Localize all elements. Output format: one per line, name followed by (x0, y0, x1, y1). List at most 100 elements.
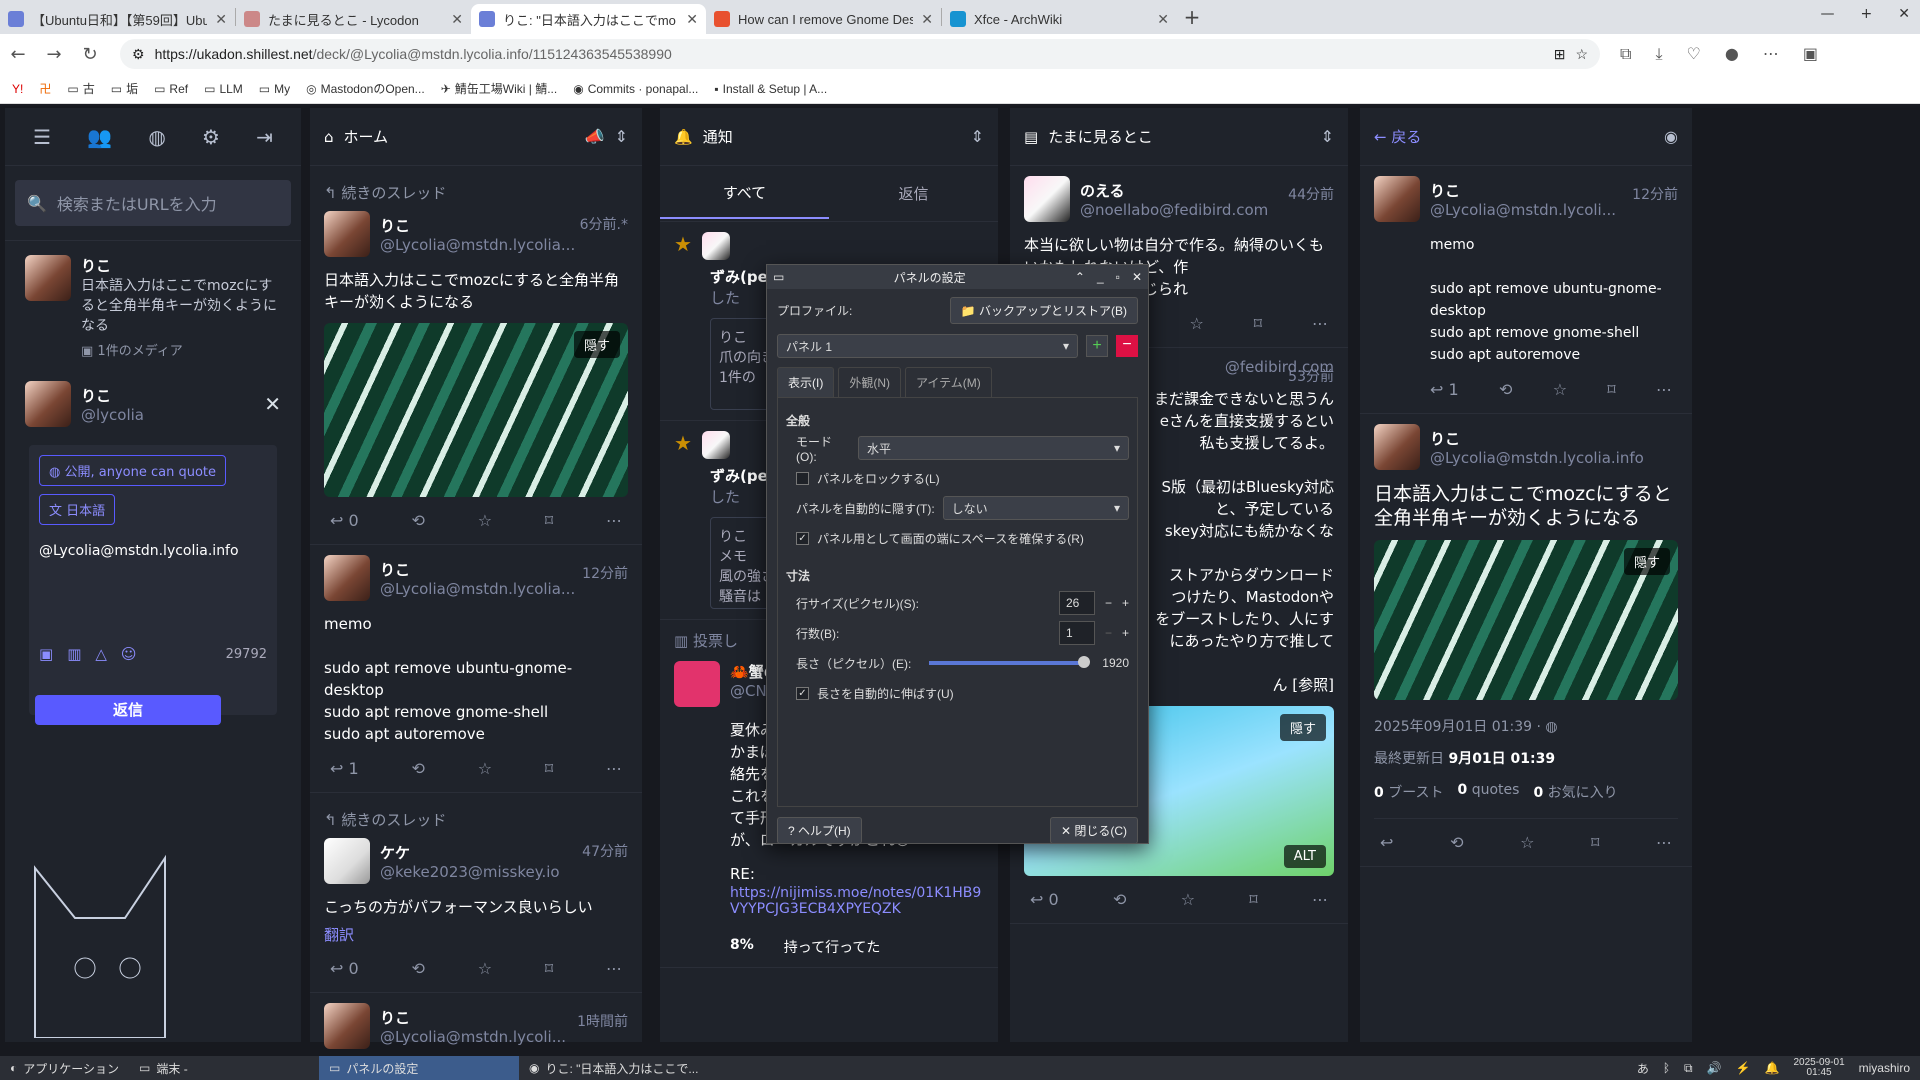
autohide-select[interactable]: しない ▾ (942, 496, 1129, 520)
tab-display[interactable]: 表示(I) (777, 367, 835, 397)
back-button[interactable]: ← 戻る (1374, 126, 1421, 147)
bookmark-link[interactable]: ▪ Install & Setup | A... (714, 82, 827, 96)
decrement-button[interactable]: − (1105, 596, 1112, 610)
more-icon[interactable]: ⋯ (1312, 890, 1328, 909)
health-icon[interactable]: ♡ (1687, 44, 1701, 64)
warning-icon[interactable]: △ (95, 645, 107, 663)
boost-icon[interactable]: ⟲ (1450, 833, 1463, 852)
timestamp[interactable]: 6分前.* (580, 214, 628, 234)
bookmark-star-icon[interactable]: ☆ (1575, 46, 1588, 63)
favourite-icon[interactable]: ☆ (478, 511, 492, 530)
hide-media-button[interactable]: 隠す (573, 331, 620, 358)
minimize-icon[interactable]: _ (1097, 270, 1104, 284)
tab-all[interactable]: すべて (660, 182, 829, 219)
settings-toggle-icon[interactable]: ⇕ (971, 127, 984, 146)
settings-toggle-icon[interactable]: ⇕ (1321, 127, 1334, 146)
boost-icon[interactable]: ⟲ (1113, 890, 1126, 909)
menu-icon[interactable]: ☰ (33, 125, 51, 149)
boost-count[interactable]: 0 ブースト (1374, 782, 1444, 802)
reply-icon[interactable]: ↩ 0 (1030, 890, 1059, 909)
reply-icon[interactable]: ↩ 1 (1430, 380, 1459, 399)
notification-icon[interactable]: 🔔 (1765, 1061, 1780, 1075)
status[interactable]: ↰ 続きのスレッド ケケ @keke2023@misskey.io 47分前 こっ… (310, 793, 642, 993)
announcement-icon[interactable]: 📣 (585, 127, 605, 146)
yahoo-icon[interactable]: Y! (12, 82, 23, 96)
more-icon[interactable]: ⋯ (1656, 833, 1672, 852)
reserve-checkbox[interactable]: ✓ (796, 531, 809, 545)
bookmark-icon[interactable]: ⌑ (545, 959, 553, 978)
alt-badge[interactable]: ALT (1283, 845, 1326, 868)
bookmark-link[interactable]: ◎ MastodonのOpen... (306, 80, 425, 97)
media-attachment[interactable]: 隠す (324, 323, 628, 497)
increment-button[interactable]: + (1122, 596, 1129, 610)
extensions-icon[interactable]: ⧉ (1620, 44, 1631, 64)
close-tab-icon[interactable]: ✕ (921, 11, 933, 28)
clock[interactable]: 2025-09-01 01:45 (1793, 1058, 1844, 1078)
increment-button[interactable]: + (1122, 626, 1129, 640)
minimize-icon[interactable]: — (1821, 6, 1835, 22)
add-panel-button[interactable]: + (1086, 335, 1108, 357)
network-icon[interactable]: ⧉ (1684, 1061, 1693, 1076)
ime-indicator[interactable]: あ (1637, 1060, 1649, 1077)
close-tab-icon[interactable]: ✕ (451, 11, 463, 28)
address-bar[interactable]: ⚙ https://ukadon.shillest.net/deck/@Lyco… (120, 39, 1600, 69)
close-button[interactable]: ✕ 閉じる(C) (1049, 817, 1138, 844)
lock-checkbox[interactable] (796, 471, 809, 485)
forward-arrow-icon[interactable]: → (36, 44, 72, 65)
close-tab-icon[interactable]: ✕ (686, 11, 698, 28)
logout-icon[interactable]: ⇥ (256, 125, 273, 149)
reply-icon[interactable]: ↩ 1 (330, 759, 359, 778)
timestamp[interactable]: 1時間前 (577, 1011, 628, 1031)
reply-icon[interactable]: ↩ (1380, 833, 1393, 852)
panel-select[interactable]: パネル 1 ▾ (777, 334, 1078, 358)
rows-input[interactable]: 1 (1058, 621, 1095, 645)
row-size-input[interactable]: 26 (1058, 591, 1095, 615)
boost-icon[interactable]: ⟲ (1499, 380, 1512, 399)
reply-target[interactable]: りこ 日本語入力はここでmozcにすると全角半角キーが効くようになる ▣ 1件の… (5, 240, 301, 373)
status[interactable]: りこ @Lycolia@mstdn.lycoli... 1時間前 (310, 993, 642, 1060)
favourite-icon[interactable]: ☆ (1553, 380, 1567, 399)
autolength-checkbox[interactable]: ✓ (796, 686, 809, 700)
bookmark-folder[interactable]: ▭ LLM (204, 82, 243, 96)
new-tab-button[interactable]: + (1177, 5, 1207, 29)
timestamp[interactable]: 44分前 (1288, 184, 1334, 204)
bookmark-folder[interactable]: ▭ Ref (154, 82, 188, 96)
status[interactable]: りこ @Lycolia@mstdn.lycolia... 12分前 memo su… (310, 545, 642, 793)
reserve-row[interactable]: ✓ パネル用として画面の端にスペースを確保する(R) (786, 523, 1129, 553)
volume-icon[interactable]: 🔊 (1707, 1061, 1722, 1075)
globe-icon[interactable]: ◍ (148, 125, 165, 149)
timestamp[interactable]: 53分前 (1288, 366, 1334, 386)
favourite-count[interactable]: 0 お気に入り (1533, 782, 1617, 802)
boost-icon[interactable]: ⟲ (412, 511, 425, 530)
more-icon[interactable]: ⋯ (1312, 314, 1328, 333)
hide-media-button[interactable]: 隠す (1623, 548, 1670, 575)
emoji-icon[interactable]: ☺ (121, 645, 137, 663)
close-tab-icon[interactable]: ✕ (215, 11, 227, 28)
bookmark-folder[interactable]: ▭ 古 (67, 80, 94, 97)
more-icon[interactable]: ⋯ (1656, 380, 1672, 399)
power-icon[interactable]: ⚡ (1736, 1061, 1751, 1075)
length-slider[interactable] (929, 656, 1091, 668)
status-date[interactable]: 2025年09月01日 01:39 · ◍ (1374, 716, 1678, 736)
hide-media-button[interactable]: 隠す (1279, 714, 1326, 741)
bookmark-icon[interactable]: ⌑ (545, 511, 553, 530)
ancestor-status[interactable]: りこ @Lycolia@mstdn.lycoli... 12分前 memo sud… (1360, 166, 1692, 414)
search-input[interactable]: 🔍 検索またはURLを入力 (15, 180, 291, 226)
bookmark-icon[interactable]: ⌑ (545, 759, 553, 778)
shade-icon[interactable]: ⌃ (1075, 270, 1085, 284)
bookmark-icon[interactable]: ⌑ (1254, 314, 1262, 333)
column-header[interactable]: ⌂ ホーム 📣 ⇕ (310, 108, 642, 166)
browser-tab-active[interactable]: りこ: "日本語入力はここでmo ✕ (471, 4, 706, 34)
browser-tab[interactable]: Xfce - ArchWiki ✕ (942, 4, 1177, 34)
language-button[interactable]: 文 日本語 (39, 494, 116, 525)
status[interactable]: ↰ 続きのスレッド りこ @Lycolia@mstdn.lycolia... 6分… (310, 166, 642, 545)
backup-restore-button[interactable]: 📁 バックアップとリストア(B) (949, 296, 1138, 324)
mode-select[interactable]: 水平 ▾ (858, 436, 1129, 460)
browser-tab[interactable]: たまに見るとこ - Lycodon ✕ (236, 4, 471, 34)
username[interactable]: miyashiro (1859, 1061, 1910, 1075)
bluetooth-icon[interactable]: ᛒ (1663, 1061, 1670, 1075)
favourite-icon[interactable]: ☆ (1189, 314, 1203, 333)
settings-toggle-icon[interactable]: ⇕ (615, 127, 628, 146)
downloads-icon[interactable]: ⤓ (1655, 44, 1662, 64)
timestamp[interactable]: 12分前 (1632, 184, 1678, 204)
